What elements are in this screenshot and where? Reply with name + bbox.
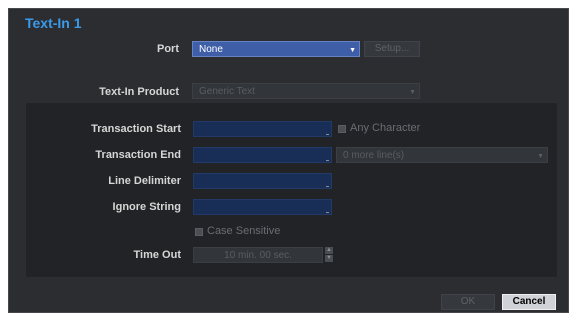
line-delimiter-input[interactable] [193, 173, 332, 189]
time-out-label: Time Out [133, 249, 181, 261]
spin-up-icon[interactable]: ▲ [325, 247, 333, 254]
chevron-down-icon: ▼ [409, 89, 416, 96]
any-character-checkbox[interactable] [338, 125, 346, 133]
setup-button[interactable]: Setup... [364, 41, 420, 57]
case-sensitive-checkbox[interactable] [195, 228, 203, 236]
text-in-product-select[interactable]: Generic Text ▼ [192, 83, 420, 99]
ignore-string-input[interactable] [193, 199, 332, 215]
text-in-settings-panel: Transaction Start Any Character Transact… [25, 102, 558, 278]
port-select[interactable]: None ▼ [192, 41, 360, 57]
cancel-button[interactable]: Cancel [502, 294, 556, 310]
transaction-end-lines-select[interactable]: 0 more line(s) ▼ [336, 147, 548, 163]
port-select-value: None [199, 44, 223, 55]
edit-corner-icon [326, 134, 329, 135]
chevron-down-icon: ▼ [537, 153, 544, 160]
chevron-down-icon: ▼ [349, 47, 356, 54]
transaction-end-lines-value: 0 more line(s) [343, 150, 405, 161]
text-in-dialog: Text-In 1 Port None ▼ Setup... Text-In P… [8, 8, 569, 313]
port-label: Port [157, 43, 179, 55]
time-out-field[interactable]: 10 min. 00 sec. [193, 247, 323, 263]
any-character-label: Any Character [350, 122, 421, 134]
text-in-product-value: Generic Text [199, 86, 255, 97]
transaction-end-label: Transaction End [95, 149, 181, 161]
edit-corner-icon [326, 186, 329, 187]
transaction-start-input[interactable] [193, 121, 332, 137]
time-out-value: 10 min. 00 sec. [224, 250, 292, 261]
transaction-end-input[interactable] [193, 147, 332, 163]
edit-corner-icon [326, 160, 329, 161]
dialog-title: Text-In 1 [25, 15, 82, 31]
edit-corner-icon [326, 212, 329, 213]
spin-down-icon[interactable]: ▼ [325, 255, 333, 262]
ignore-string-label: Ignore String [112, 201, 181, 213]
case-sensitive-label: Case Sensitive [207, 225, 281, 237]
line-delimiter-label: Line Delimiter [108, 175, 181, 187]
text-in-product-label: Text-In Product [99, 86, 179, 98]
ok-button[interactable]: OK [441, 294, 495, 310]
transaction-start-label: Transaction Start [91, 123, 181, 135]
